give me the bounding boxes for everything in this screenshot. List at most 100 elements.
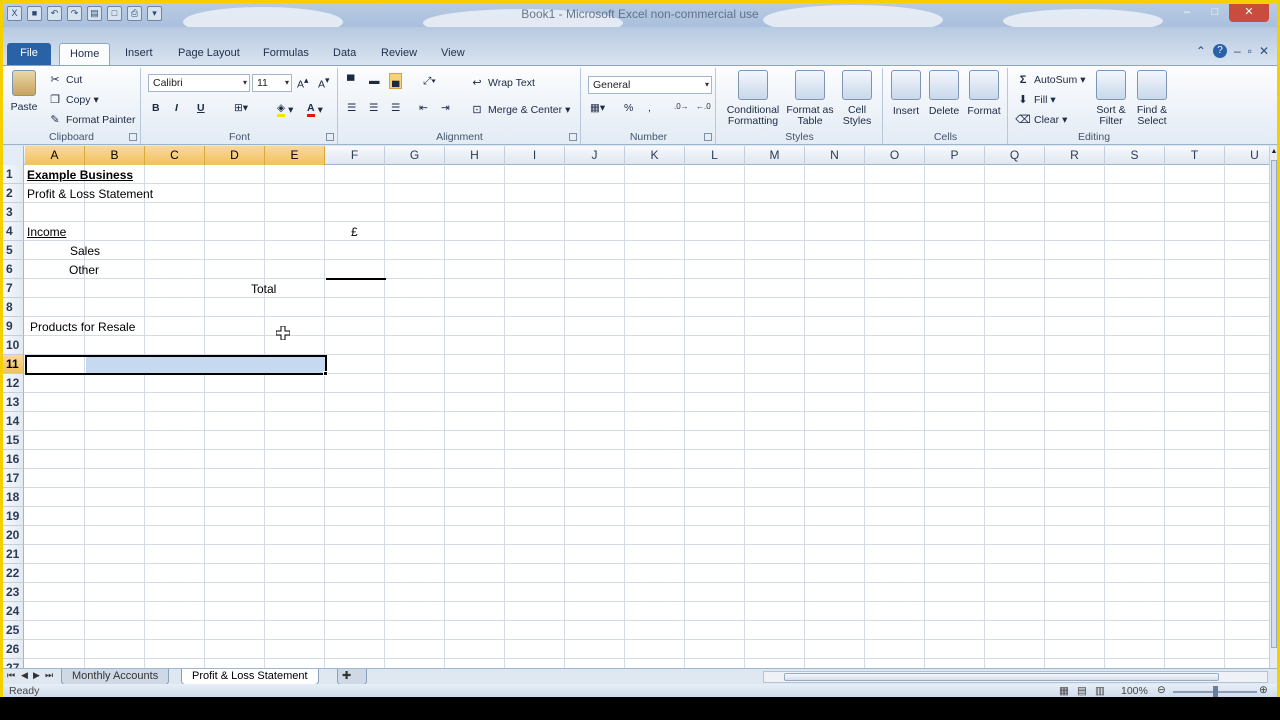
wrap-text-button[interactable]: ↩ Wrap Text xyxy=(469,75,535,91)
fill-handle[interactable] xyxy=(323,371,328,376)
row-header-22[interactable]: 22 xyxy=(3,564,24,583)
window-restore-icon[interactable]: ▫ xyxy=(1248,44,1252,58)
cell-b6[interactable]: Other xyxy=(69,261,99,280)
tab-home[interactable]: Home xyxy=(59,43,111,65)
page-layout-view-icon[interactable]: ▤ xyxy=(1077,685,1087,697)
alignment-launcher-icon[interactable] xyxy=(569,133,577,141)
percent-style-button[interactable]: % xyxy=(624,102,633,114)
orientation-button[interactable]: ⤢▾ xyxy=(423,75,436,88)
row-header-24[interactable]: 24 xyxy=(3,602,24,621)
font-color-button[interactable]: A ▾ xyxy=(307,102,323,117)
row-header-2[interactable]: 2 xyxy=(3,184,24,203)
column-header-f[interactable]: F xyxy=(325,146,385,165)
format-as-table-button[interactable]: Format as Table xyxy=(785,70,835,127)
column-header-l[interactable]: L xyxy=(685,146,745,165)
column-header-s[interactable]: S xyxy=(1105,146,1165,165)
cell-styles-button[interactable]: Cell Styles xyxy=(837,70,877,127)
borders-button[interactable]: ⊞▾ xyxy=(234,102,248,114)
shrink-font-button[interactable]: A▾ xyxy=(318,75,329,91)
row-header-27[interactable]: 27 xyxy=(3,659,24,668)
autosum-button[interactable]: Σ AutoSum ▾ xyxy=(1015,72,1086,88)
cut-button[interactable]: ✂ Cut xyxy=(47,72,82,88)
column-header-t[interactable]: T xyxy=(1165,146,1225,165)
number-format-combo[interactable]: General ▾ xyxy=(588,76,712,94)
tab-page-layout[interactable]: Page Layout xyxy=(168,43,250,65)
italic-button[interactable]: I xyxy=(175,102,178,114)
scroll-thumb[interactable] xyxy=(1271,160,1277,648)
sort-filter-button[interactable]: Sort & Filter xyxy=(1093,70,1129,127)
merge-center-button[interactable]: ⊡ Merge & Center ▾ xyxy=(469,102,570,118)
column-header-p[interactable]: P xyxy=(925,146,985,165)
decrease-indent-button[interactable]: ⇤ xyxy=(419,102,428,114)
insert-cells-button[interactable]: Insert xyxy=(888,70,924,117)
column-header-k[interactable]: K xyxy=(625,146,685,165)
cell-a4[interactable]: Income xyxy=(27,223,66,242)
sheet-tab-profit-loss[interactable]: Profit & Loss Statement xyxy=(181,669,319,685)
tab-formulas[interactable]: Formulas xyxy=(253,43,319,65)
row-header-6[interactable]: 6 xyxy=(3,260,24,279)
sheet-tab-monthly-accounts[interactable]: Monthly Accounts xyxy=(61,669,170,685)
column-header-u[interactable]: U xyxy=(1225,146,1269,165)
row-header-25[interactable]: 25 xyxy=(3,621,24,640)
row-header-15[interactable]: 15 xyxy=(3,431,24,450)
maximize-icon[interactable]: □ xyxy=(1201,4,1229,22)
tab-insert[interactable]: Insert xyxy=(115,43,163,65)
cell-b5[interactable]: Sales xyxy=(70,242,100,261)
column-header-d[interactable]: D xyxy=(205,146,265,165)
align-middle-button[interactable]: ▬ xyxy=(369,75,380,87)
column-header-n[interactable]: N xyxy=(805,146,865,165)
align-bottom-button[interactable]: ▄ xyxy=(389,73,403,89)
delete-cells-button[interactable]: Delete xyxy=(926,70,962,117)
row-header-11[interactable]: 11 xyxy=(3,355,24,374)
row-header-7[interactable]: 7 xyxy=(3,279,24,298)
zoom-slider-thumb[interactable] xyxy=(1213,686,1218,697)
row-header-16[interactable]: 16 xyxy=(3,450,24,469)
copy-button[interactable]: ❐ Copy ▾ xyxy=(47,92,99,108)
row-header-4[interactable]: 4 xyxy=(3,222,24,241)
insert-sheet-button[interactable]: ✚ xyxy=(337,669,367,685)
align-right-button[interactable]: ☰ xyxy=(391,102,400,114)
prev-sheet-icon[interactable]: ◀ xyxy=(21,670,28,681)
restore-icon[interactable]: – xyxy=(1234,44,1241,58)
tab-file[interactable]: File xyxy=(7,43,51,65)
minimize-icon[interactable]: – xyxy=(1173,4,1201,22)
cell-d7[interactable]: Total xyxy=(251,280,276,299)
column-header-o[interactable]: O xyxy=(865,146,925,165)
minimize-ribbon-icon[interactable]: ⌃ xyxy=(1196,44,1206,58)
fill-button[interactable]: ⬇ Fill ▾ xyxy=(1015,92,1055,108)
cell-a9[interactable]: Products for Resale xyxy=(30,318,135,337)
tab-data[interactable]: Data xyxy=(323,43,366,65)
underline-button[interactable]: U xyxy=(197,102,205,114)
row-header-5[interactable]: 5 xyxy=(3,241,24,260)
column-header-m[interactable]: M xyxy=(745,146,805,165)
align-left-button[interactable]: ☰ xyxy=(347,102,356,114)
tab-review[interactable]: Review xyxy=(371,43,427,65)
row-header-23[interactable]: 23 xyxy=(3,583,24,602)
cell-a1[interactable]: Example Business xyxy=(27,166,133,185)
font-name-combo[interactable]: Calibri ▾ xyxy=(148,74,250,92)
row-header-10[interactable]: 10 xyxy=(3,336,24,355)
row-header-1[interactable]: 1 xyxy=(3,165,24,184)
row-header-26[interactable]: 26 xyxy=(3,640,24,659)
row-header-20[interactable]: 20 xyxy=(3,526,24,545)
row-header-13[interactable]: 13 xyxy=(3,393,24,412)
close-icon[interactable]: ✕ xyxy=(1229,4,1269,22)
clear-button[interactable]: ⌫ Clear ▾ xyxy=(1015,112,1067,128)
column-header-r[interactable]: R xyxy=(1045,146,1105,165)
zoom-in-icon[interactable]: ⊕ xyxy=(1259,684,1268,696)
last-sheet-icon[interactable]: ⏭ xyxy=(45,670,53,681)
column-header-b[interactable]: B xyxy=(85,146,145,165)
cell-f4[interactable]: £ xyxy=(351,223,358,242)
accounting-format-button[interactable]: ▦▾ xyxy=(590,102,605,114)
first-sheet-icon[interactable]: ⏮ xyxy=(7,670,15,681)
comma-style-button[interactable]: , xyxy=(648,102,651,114)
grow-font-button[interactable]: A▴ xyxy=(297,75,308,91)
column-header-h[interactable]: H xyxy=(445,146,505,165)
column-header-a[interactable]: A xyxy=(25,146,85,165)
row-header-3[interactable]: 3 xyxy=(3,203,24,222)
select-all-corner[interactable] xyxy=(3,146,24,165)
horizontal-scroll-thumb[interactable] xyxy=(784,673,1219,681)
decrease-decimal-button[interactable]: ←.0 xyxy=(696,102,711,111)
row-header-8[interactable]: 8 xyxy=(3,298,24,317)
font-launcher-icon[interactable] xyxy=(326,133,334,141)
